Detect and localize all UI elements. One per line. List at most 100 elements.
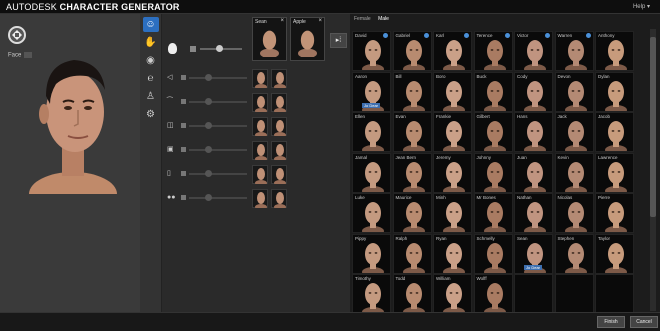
scrollbar-thumb[interactable] xyxy=(650,37,656,217)
character-card[interactable]: Mr Bones xyxy=(473,193,513,233)
overall-blend-slider-thumb[interactable] xyxy=(216,45,223,52)
blend-thumbnail[interactable] xyxy=(271,117,287,136)
character-card[interactable]: Luke xyxy=(352,193,391,233)
character-card[interactable]: Pierre xyxy=(595,193,634,233)
character-card[interactable]: Jean Bern xyxy=(392,152,432,193)
hand-icon[interactable]: ⚙ xyxy=(143,107,159,122)
character-card[interactable]: Johnny xyxy=(473,152,513,193)
blend-thumbnail[interactable] xyxy=(271,141,287,160)
blend-thumbnail[interactable] xyxy=(252,69,268,88)
character-card[interactable]: Devon xyxy=(554,71,594,112)
feature-blend-slider[interactable] xyxy=(189,77,247,79)
character-card[interactable]: Maurice xyxy=(392,193,432,233)
feature-blend-slider[interactable] xyxy=(189,173,247,175)
blend-thumbnail[interactable] xyxy=(271,93,287,112)
character-card[interactable]: Pippy xyxy=(352,233,391,274)
character-card[interactable]: Jack xyxy=(554,112,594,152)
character-card[interactable]: Boro xyxy=(433,71,472,112)
feature-blend-slider[interactable] xyxy=(189,197,247,199)
character-card[interactable]: Kevin xyxy=(554,152,594,193)
preset-card-apple[interactable]: Apple × xyxy=(290,17,325,61)
help-menu[interactable]: Help xyxy=(633,3,650,10)
character-card[interactable]: Victor xyxy=(514,31,553,71)
blend-swatch[interactable] xyxy=(181,171,186,176)
blend-thumbnail[interactable] xyxy=(252,189,268,208)
blend-swatch[interactable] xyxy=(181,147,186,152)
transfer-button[interactable]: ▸⁞ xyxy=(330,33,347,48)
blend-swatch[interactable] xyxy=(181,99,186,104)
character-card[interactable]: William xyxy=(433,274,472,313)
character-card[interactable]: Lawrence xyxy=(595,152,634,193)
character-card[interactable]: Schmelly xyxy=(473,233,513,274)
character-card[interactable]: Anthony xyxy=(595,31,634,71)
character-card[interactable]: Jeremy xyxy=(433,152,472,193)
feature-blend-slider-thumb[interactable] xyxy=(205,194,212,201)
feature-blend-slider-thumb[interactable] xyxy=(205,122,212,129)
character-card[interactable]: Gilbert xyxy=(473,112,513,152)
close-icon[interactable]: × xyxy=(280,18,284,24)
character-card[interactable]: Buck xyxy=(473,71,513,112)
character-card[interactable]: Timothy xyxy=(352,274,391,313)
character-card[interactable]: Stephen xyxy=(554,233,594,274)
close-icon[interactable]: × xyxy=(318,18,322,24)
character-card[interactable]: Karl xyxy=(433,31,472,71)
character-card[interactable]: Jacob xyxy=(595,112,634,152)
character-card[interactable]: Cody xyxy=(514,71,553,112)
blend-thumbnail[interactable] xyxy=(252,117,268,136)
body-icon[interactable]: ✋ xyxy=(143,35,159,50)
character-card[interactable] xyxy=(554,274,594,313)
blend-swatch[interactable] xyxy=(181,75,186,80)
tab-female[interactable]: Female xyxy=(354,16,371,22)
character-card[interactable]: Wolff xyxy=(473,274,513,313)
character-card[interactable]: Bill xyxy=(392,71,432,112)
blend-thumbnail[interactable] xyxy=(271,189,287,208)
preset-card-sean[interactable]: Sean × xyxy=(252,17,287,61)
orbit-navigation-icon[interactable] xyxy=(8,26,26,44)
cancel-button[interactable]: Cancel xyxy=(630,316,658,328)
blend-thumbnail[interactable] xyxy=(252,93,268,112)
finish-button[interactable]: Finish xyxy=(597,316,625,328)
character-card[interactable]: Juan xyxy=(514,152,553,193)
character-card[interactable] xyxy=(595,274,634,313)
character-card[interactable]: Taylor xyxy=(595,233,634,274)
character-card[interactable]: Nathan xyxy=(514,193,553,233)
character-card[interactable]: Frankie xyxy=(433,112,472,152)
character-viewport[interactable]: Face xyxy=(0,14,140,314)
character-card[interactable]: Dylan xyxy=(595,71,634,112)
feature-blend-slider-thumb[interactable] xyxy=(205,170,212,177)
feature-blend-slider[interactable] xyxy=(189,125,247,127)
tab-male[interactable]: Male xyxy=(378,16,389,22)
feature-blend-slider-thumb[interactable] xyxy=(205,146,212,153)
blend-swatch[interactable] xyxy=(181,195,186,200)
character-card[interactable]: Ellen xyxy=(352,112,391,152)
blend-thumbnail[interactable] xyxy=(271,69,287,88)
character-card[interactable]: Gabriel xyxy=(392,31,432,71)
character-card[interactable]: Jamal xyxy=(352,152,391,193)
character-card[interactable]: Todd xyxy=(392,274,432,313)
character-card[interactable]: Aaron Jo Dear xyxy=(352,71,391,112)
feature-blend-slider-thumb[interactable] xyxy=(205,74,212,81)
blend-swatch[interactable] xyxy=(190,46,196,52)
character-card[interactable] xyxy=(514,274,553,313)
character-card[interactable]: Sean Jo Dear xyxy=(514,233,553,274)
blend-thumbnail[interactable] xyxy=(252,141,268,160)
character-card[interactable]: Terence xyxy=(473,31,513,71)
blend-swatch[interactable] xyxy=(181,123,186,128)
figure-icon[interactable]: ♙ xyxy=(143,89,159,104)
blend-thumbnail[interactable] xyxy=(271,165,287,184)
character-card[interactable]: Minh xyxy=(433,193,472,233)
eye-icon[interactable]: ◉ xyxy=(143,53,159,68)
character-card[interactable]: Warren xyxy=(554,31,594,71)
grid-scrollbar[interactable] xyxy=(650,29,656,311)
feature-blend-slider[interactable] xyxy=(189,149,247,151)
feature-blend-slider-thumb[interactable] xyxy=(205,98,212,105)
character-card[interactable]: Hans xyxy=(514,112,553,152)
head-icon[interactable]: ☺ xyxy=(142,17,159,32)
character-card[interactable]: Ryan xyxy=(433,233,472,274)
feature-blend-slider[interactable] xyxy=(189,101,247,103)
character-card[interactable]: David xyxy=(352,31,391,71)
character-card[interactable]: Ralph xyxy=(392,233,432,274)
ear-icon[interactable]: ℮ xyxy=(143,71,159,86)
character-card[interactable]: Nicolas xyxy=(554,193,594,233)
character-card[interactable]: Evan xyxy=(392,112,432,152)
